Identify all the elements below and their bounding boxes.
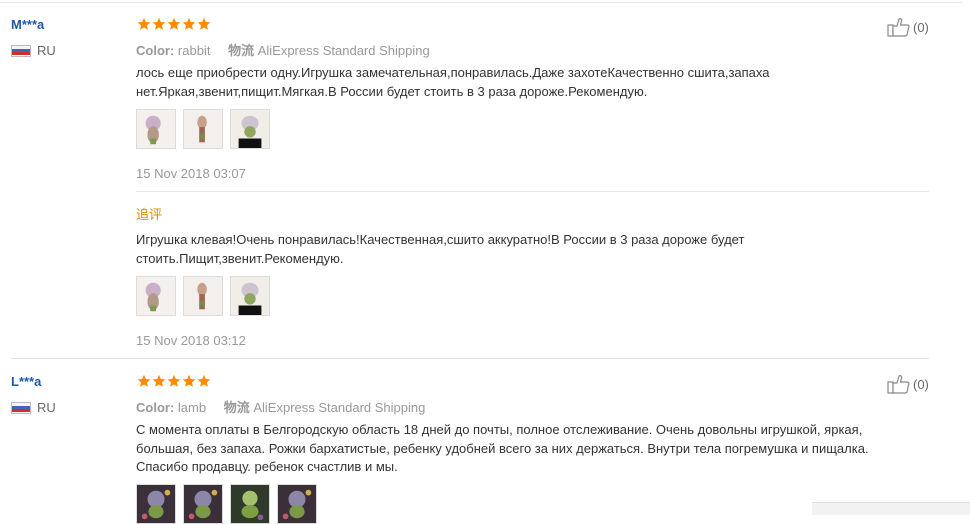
helpful-button[interactable]: (0)	[887, 17, 929, 37]
shipping-value: AliExpress Standard Shipping	[257, 43, 430, 58]
color-label: Color:	[136, 400, 175, 415]
review-photo-thumbnail[interactable]	[183, 109, 223, 149]
review-meta: Color: lamb 物流 AliExpress Standard Shipp…	[136, 397, 425, 416]
helpful-count: (0)	[913, 376, 929, 392]
shipping-label: 物流	[223, 400, 250, 415]
bottom-scroll-area	[812, 502, 970, 515]
star-icon	[182, 17, 196, 30]
star-icon	[167, 374, 181, 387]
russia-flag-icon	[11, 401, 31, 414]
star-icon	[152, 17, 166, 30]
russia-flag-icon	[11, 44, 31, 57]
additional-divider	[136, 191, 929, 192]
star-icon	[197, 374, 211, 387]
star-icon	[137, 374, 151, 387]
review-photo-thumbnail[interactable]	[230, 484, 270, 524]
review-photo-thumbnail[interactable]	[230, 276, 270, 316]
photo-image	[137, 277, 175, 315]
country-code: RU	[37, 43, 56, 58]
reviewer-name[interactable]: M***a	[11, 17, 44, 32]
top-divider	[0, 2, 962, 3]
review-photo-thumbnail[interactable]	[183, 484, 223, 524]
color-label: Color:	[136, 43, 175, 58]
photo-image	[137, 110, 175, 148]
color-value: rabbit	[177, 43, 211, 58]
additional-review-date: 15 Nov 2018 03:12	[136, 333, 246, 348]
photo-image	[231, 277, 269, 315]
reviewer-country: RU	[11, 400, 56, 415]
helpful-count: (0)	[913, 19, 929, 35]
review-photo-thumbnail[interactable]	[136, 276, 176, 316]
star-rating	[137, 17, 212, 31]
color-value: lamb	[177, 400, 207, 415]
review-photo-thumbnail[interactable]	[277, 484, 317, 524]
review-photo-thumbnail[interactable]	[136, 109, 176, 149]
additional-review-photos	[136, 276, 277, 316]
photo-image	[184, 277, 222, 315]
review-photos	[136, 109, 277, 149]
photo-image	[231, 110, 269, 148]
shipping-label: 物流	[228, 43, 255, 58]
thumbs-up-icon	[887, 375, 910, 394]
star-icon	[182, 374, 196, 387]
review-divider	[11, 358, 929, 359]
thumbs-up-icon	[887, 18, 910, 37]
photo-image	[137, 485, 175, 523]
review-photo-thumbnail[interactable]	[230, 109, 270, 149]
review-text: С момента оплаты в Белгородскую область …	[136, 422, 869, 474]
star-icon	[152, 374, 166, 387]
review-date: 15 Nov 2018 03:07	[136, 166, 246, 181]
helpful-button[interactable]: (0)	[887, 374, 929, 394]
review-meta: Color: rabbit 物流 AliExpress Standard Shi…	[136, 40, 430, 59]
additional-review-label: 追评	[136, 207, 163, 222]
reviewer-name[interactable]: L***a	[11, 374, 41, 389]
star-rating	[137, 374, 212, 388]
additional-review-text: Игрушка клевая!Очень понравилась!Качеств…	[136, 232, 745, 266]
photo-image	[184, 485, 222, 523]
photo-image	[278, 485, 316, 523]
country-code: RU	[37, 400, 56, 415]
photo-image	[184, 110, 222, 148]
star-icon	[197, 17, 211, 30]
review-photos	[136, 484, 324, 524]
review-photo-thumbnail[interactable]	[183, 276, 223, 316]
review-text: лось еще приобрести одну.Игрушка замечат…	[136, 65, 770, 99]
review-photo-thumbnail[interactable]	[136, 484, 176, 524]
star-icon	[137, 17, 151, 30]
reviewer-country: RU	[11, 43, 56, 58]
star-icon	[167, 17, 181, 30]
shipping-value: AliExpress Standard Shipping	[253, 400, 426, 415]
photo-image	[231, 485, 269, 523]
